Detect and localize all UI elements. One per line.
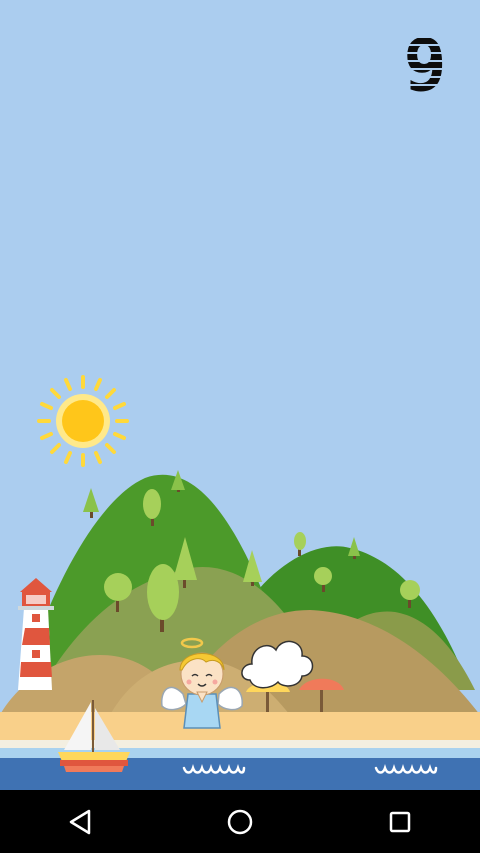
score-counter: 9 <box>403 23 447 107</box>
lighthouse <box>18 578 54 690</box>
android-navigation-bar <box>0 790 480 853</box>
game-canvas[interactable]: 9 <box>0 0 480 790</box>
back-triangle-icon <box>69 809 91 834</box>
home-button[interactable] <box>210 790 270 853</box>
recents-button[interactable] <box>370 790 430 853</box>
back-button[interactable] <box>50 790 110 853</box>
beach-scene <box>0 0 480 790</box>
recents-square-icon <box>389 811 411 832</box>
home-circle-icon <box>227 809 253 834</box>
